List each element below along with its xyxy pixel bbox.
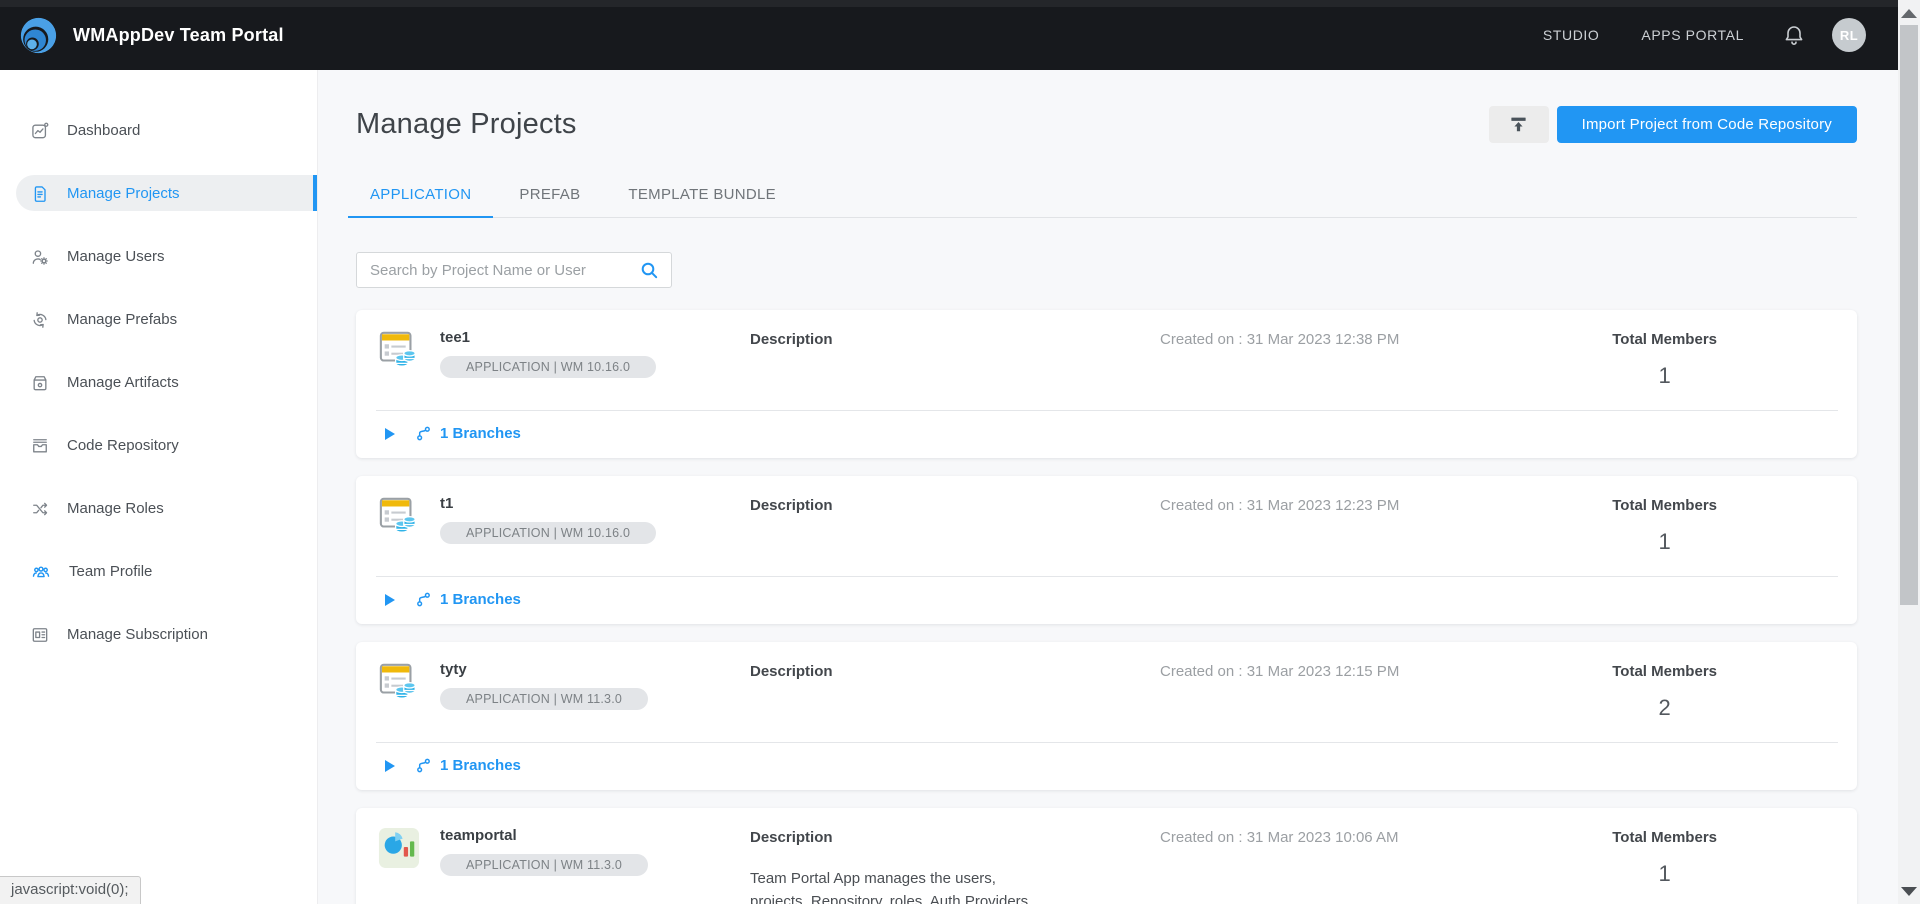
sidebar-item-dashboard[interactable]: Dashboard [0, 99, 317, 162]
studio-link[interactable]: STUDIO [1543, 27, 1600, 43]
sidebar-item-team-profile[interactable]: Team Profile [0, 540, 317, 603]
branches-link[interactable]: 1 Branches [440, 591, 521, 608]
branches-link[interactable]: 1 Branches [440, 425, 521, 442]
sidebar-item-label: Code Repository [67, 437, 179, 454]
description-label: Description [750, 331, 1160, 349]
project-name: tee1 [440, 329, 656, 347]
total-members-label: Total Members [1612, 829, 1717, 847]
project-description: Team Portal App manages the users, proje… [750, 867, 1050, 904]
dashboard-icon [30, 121, 50, 141]
project-type-badge: APPLICATION | WM 10.16.0 [440, 356, 656, 378]
sidebar-item-label: Manage Prefabs [67, 311, 177, 328]
project-card: tee1 APPLICATION | WM 10.16.0 Descriptio… [356, 310, 1857, 458]
search-icon[interactable] [639, 260, 659, 280]
artifacts-icon [30, 373, 50, 393]
sidebar-item-label: Manage Roles [67, 500, 164, 517]
total-members-label: Total Members [1612, 331, 1717, 349]
sidebar-item-manage-prefabs[interactable]: Manage Prefabs [0, 288, 317, 351]
users-icon [30, 247, 50, 267]
project-name: tyty [440, 661, 648, 679]
expand-caret-icon[interactable] [385, 760, 395, 772]
project-type-badge: APPLICATION | WM 10.16.0 [440, 522, 656, 544]
total-members-value: 2 [1612, 695, 1717, 721]
apps-portal-link[interactable]: APPS PORTAL [1641, 27, 1744, 43]
project-name: teamportal [440, 827, 648, 845]
total-members-label: Total Members [1612, 663, 1717, 681]
window-scrollbar [1898, 0, 1920, 904]
project-card: tyty APPLICATION | WM 11.3.0 Description… [356, 642, 1857, 790]
sidebar-item-label: Manage Projects [67, 185, 180, 202]
sidebar-item-manage-users[interactable]: Manage Users [0, 225, 317, 288]
project-card: t1 APPLICATION | WM 10.16.0 Description … [356, 476, 1857, 624]
created-on-text: Created on : 31 Mar 2023 10:06 AM [1160, 827, 1490, 904]
topbar: WMAppDev Team Portal STUDIO APPS PORTAL … [0, 0, 1898, 70]
wavemaker-logo-icon [18, 15, 59, 56]
sidebar: Dashboard Manage Projects Manage Users [0, 70, 318, 904]
expand-caret-icon[interactable] [385, 428, 395, 440]
repository-icon [30, 436, 50, 456]
sidebar-item-manage-artifacts[interactable]: Manage Artifacts [0, 351, 317, 414]
total-members-value: 1 [1612, 861, 1717, 887]
search-input[interactable] [370, 262, 639, 279]
scroll-up-arrow[interactable] [1901, 9, 1917, 18]
project-type-tabs: APPLICATION PREFAB TEMPLATE BUNDLE [348, 186, 1857, 218]
app-window-db-icon [378, 661, 420, 703]
brand-home-link[interactable]: WMAppDev Team Portal [18, 15, 284, 56]
expand-caret-icon[interactable] [385, 594, 395, 606]
description-label: Description [750, 829, 1160, 847]
sidebar-item-label: Team Profile [69, 563, 152, 580]
project-search [356, 252, 672, 288]
sidebar-item-manage-roles[interactable]: Manage Roles [0, 477, 317, 540]
sidebar-item-manage-projects[interactable]: Manage Projects [0, 162, 317, 225]
project-card: teamportal APPLICATION | WM 11.3.0 Descr… [356, 808, 1857, 904]
branches-toggle[interactable]: 1 Branches [356, 411, 1857, 458]
prefabs-icon [30, 310, 50, 330]
project-name: t1 [440, 495, 656, 513]
sidebar-item-label: Dashboard [67, 122, 140, 139]
scroll-down-arrow[interactable] [1901, 887, 1917, 896]
tab-application[interactable]: APPLICATION [348, 186, 493, 218]
branches-link[interactable]: 1 Branches [440, 757, 521, 774]
git-branch-icon [415, 590, 432, 609]
teamportal-app-icon [378, 827, 420, 869]
projects-icon [30, 184, 50, 204]
page-title: Manage Projects [356, 104, 577, 144]
app-window-db-icon [378, 329, 420, 371]
branches-toggle[interactable]: 1 Branches [356, 743, 1857, 790]
created-on-text: Created on : 31 Mar 2023 12:23 PM [1160, 495, 1490, 555]
description-label: Description [750, 497, 1160, 515]
project-type-badge: APPLICATION | WM 11.3.0 [440, 854, 648, 876]
app-window-db-icon [378, 495, 420, 537]
subscription-icon [30, 625, 50, 645]
sidebar-item-label: Manage Artifacts [67, 374, 179, 391]
sidebar-item-label: Manage Users [67, 248, 165, 265]
sidebar-item-code-repository[interactable]: Code Repository [0, 414, 317, 477]
created-on-text: Created on : 31 Mar 2023 12:38 PM [1160, 329, 1490, 389]
import-project-button[interactable]: Import Project from Code Repository [1557, 106, 1857, 143]
roles-icon [30, 499, 50, 519]
total-members-value: 1 [1612, 363, 1717, 389]
team-icon [30, 562, 52, 582]
git-branch-icon [415, 756, 432, 775]
upload-project-button[interactable] [1489, 106, 1549, 143]
tab-template-bundle[interactable]: TEMPLATE BUNDLE [606, 186, 798, 218]
sidebar-item-label: Manage Subscription [67, 626, 208, 643]
notifications-bell-icon[interactable] [1782, 23, 1806, 47]
browser-status-bar: javascript:void(0); [0, 876, 141, 904]
branches-toggle[interactable]: 1 Branches [356, 577, 1857, 624]
app-title: WMAppDev Team Portal [73, 25, 284, 46]
total-members-label: Total Members [1612, 497, 1717, 515]
sidebar-item-manage-subscription[interactable]: Manage Subscription [0, 603, 317, 666]
main-content: Manage Projects Import Project from Code… [318, 70, 1898, 904]
tab-prefab[interactable]: PREFAB [497, 186, 602, 218]
git-branch-icon [415, 424, 432, 443]
created-on-text: Created on : 31 Mar 2023 12:15 PM [1160, 661, 1490, 721]
project-type-badge: APPLICATION | WM 11.3.0 [440, 688, 648, 710]
scrollbar-thumb[interactable] [1900, 25, 1918, 605]
description-label: Description [750, 663, 1160, 681]
upload-icon [1509, 115, 1528, 134]
user-avatar[interactable]: RL [1832, 18, 1866, 52]
total-members-value: 1 [1612, 529, 1717, 555]
